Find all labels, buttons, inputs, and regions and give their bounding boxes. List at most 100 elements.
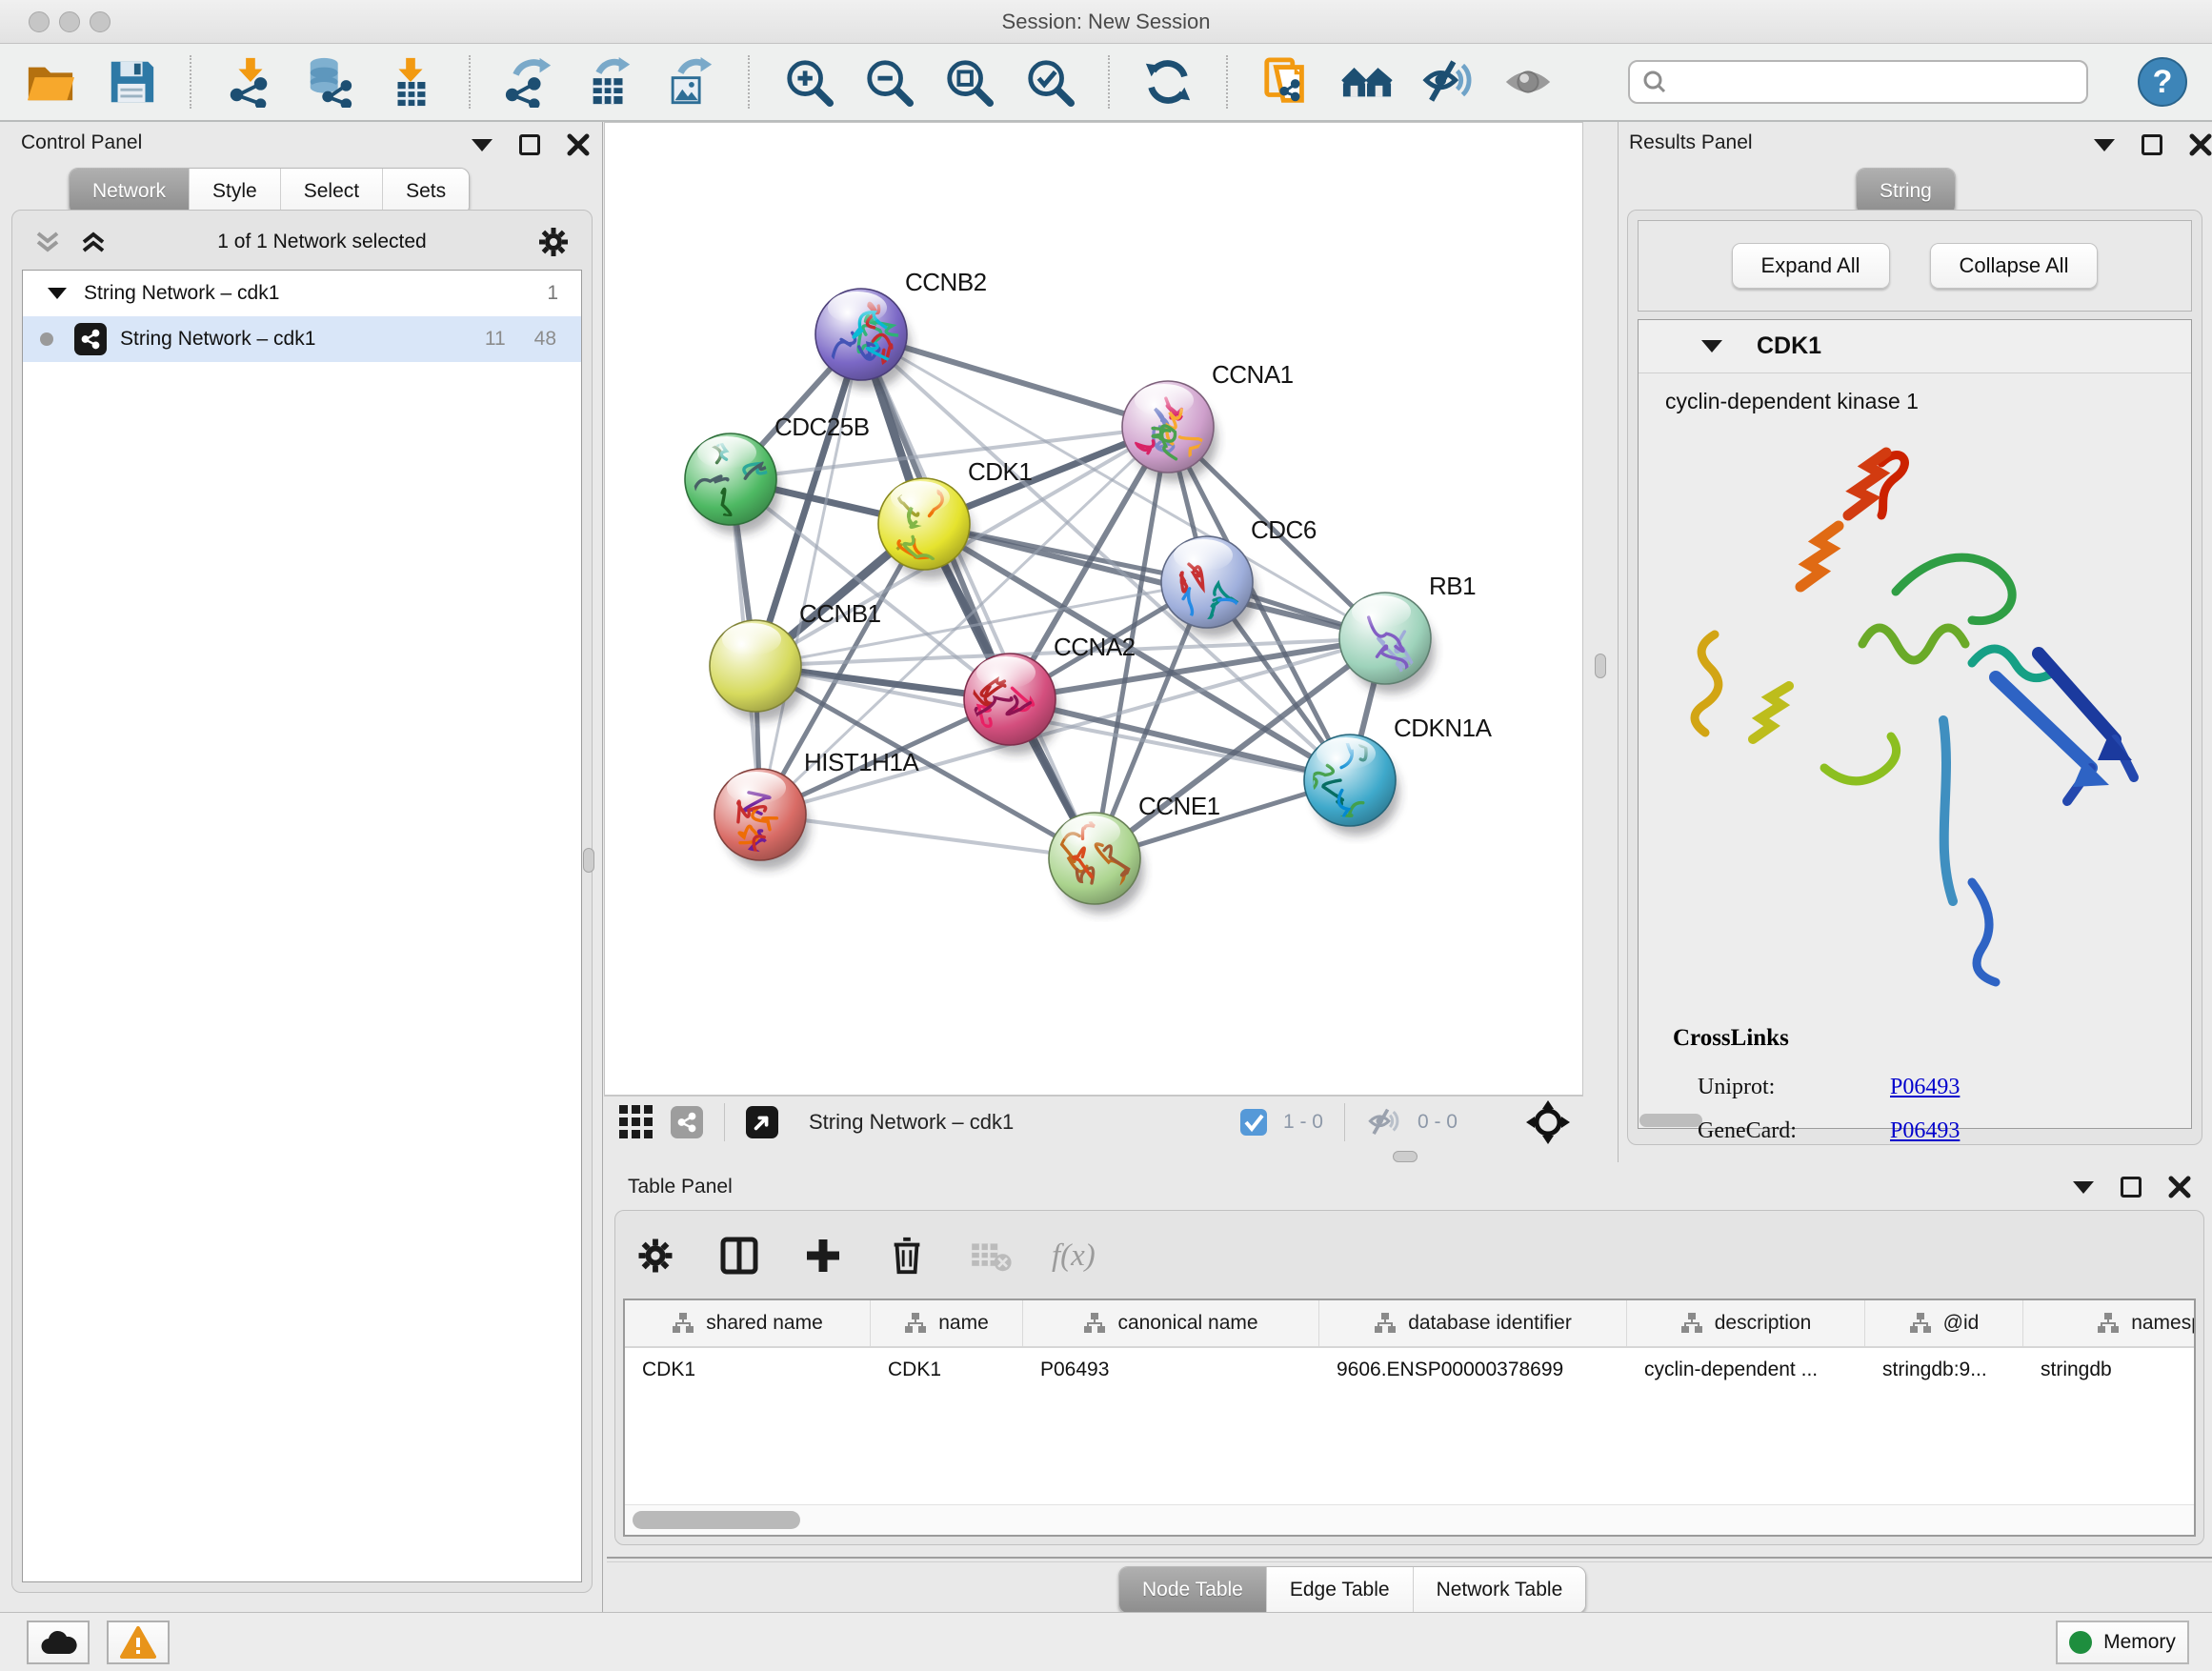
crosslink-link[interactable]: P06493: [1890, 1118, 1960, 1144]
search-field[interactable]: [1628, 60, 2088, 104]
node-table[interactable]: shared namenamecanonical namedatabase id…: [623, 1299, 2196, 1537]
crosslink-link[interactable]: P06493: [1890, 1075, 1960, 1100]
float-panel-icon[interactable]: [2121, 1177, 2142, 1198]
zoom-out-icon[interactable]: [863, 55, 915, 109]
hidden-eye-icon[interactable]: [1366, 1106, 1402, 1138]
add-column-icon[interactable]: [800, 1233, 846, 1278]
gene-section-header[interactable]: CDK1: [1639, 320, 2191, 373]
tab-select[interactable]: Select: [280, 169, 382, 214]
import-network-icon[interactable]: [224, 55, 275, 109]
network-node-HIST1H1A[interactable]: HIST1H1A: [714, 748, 919, 870]
table-cell[interactable]: cyclin-dependent ...: [1627, 1359, 1865, 1381]
network-edge[interactable]: [760, 334, 861, 815]
import-database-icon[interactable]: [304, 55, 355, 109]
column-header[interactable]: database identifier: [1319, 1300, 1627, 1346]
network-edge[interactable]: [861, 334, 1095, 858]
table-cell[interactable]: CDK1: [625, 1359, 871, 1381]
refresh-icon[interactable]: [1142, 55, 1194, 109]
results-splitter[interactable]: [1583, 122, 1619, 1162]
network-collection-row[interactable]: String Network – cdk1 1: [23, 271, 581, 316]
collapse-all-button[interactable]: Collapse All: [1930, 243, 2099, 289]
column-header[interactable]: @id: [1865, 1300, 2023, 1346]
node-label-CCNE1: CCNE1: [1138, 792, 1220, 820]
tab-string[interactable]: String: [1857, 169, 1955, 214]
show-all-icon[interactable]: [1502, 55, 1554, 109]
table-cell[interactable]: CDK1: [871, 1359, 1023, 1381]
results-scrollbar-thumb[interactable]: [1639, 1114, 1702, 1127]
tab-style[interactable]: Style: [189, 169, 280, 214]
save-session-icon[interactable]: [105, 55, 156, 109]
table-header-row: shared namenamecanonical namedatabase id…: [625, 1300, 2194, 1348]
gear-icon[interactable]: [536, 225, 571, 259]
table-cell[interactable]: 9606.ENSP00000378699: [1319, 1359, 1627, 1381]
splitter-handle[interactable]: [1595, 654, 1606, 678]
export-network-icon[interactable]: [503, 55, 554, 109]
column-header[interactable]: canonical name: [1023, 1300, 1319, 1346]
zoom-selected-icon[interactable]: [1024, 55, 1076, 109]
table-row[interactable]: CDK1CDK1P064939606.ENSP00000378699cyclin…: [625, 1348, 2194, 1392]
column-header[interactable]: shared name: [625, 1300, 871, 1346]
table-cell[interactable]: P06493: [1023, 1359, 1319, 1381]
show-columns-icon[interactable]: [716, 1233, 762, 1278]
export-table-icon[interactable]: [584, 55, 635, 109]
panel-menu-icon[interactable]: [2094, 139, 2115, 151]
import-table-icon[interactable]: [385, 55, 436, 109]
zoom-in-icon[interactable]: [782, 55, 834, 109]
grid-view-icon[interactable]: [617, 1103, 655, 1141]
birdseye-view-icon[interactable]: [746, 1106, 778, 1138]
warning-button[interactable]: [107, 1621, 170, 1664]
help-icon[interactable]: ?: [2138, 57, 2187, 107]
delete-column-icon[interactable]: [884, 1233, 930, 1278]
collection-expander-icon[interactable]: [48, 288, 67, 299]
memory-button[interactable]: Memory: [2056, 1621, 2189, 1664]
network-node-CDC6[interactable]: CDC6: [1161, 515, 1317, 637]
column-header[interactable]: name: [871, 1300, 1023, 1346]
crosshair-icon[interactable]: [1526, 1100, 1570, 1144]
panel-menu-icon[interactable]: [472, 139, 493, 151]
tab-edge-table[interactable]: Edge Table: [1266, 1567, 1413, 1613]
network-node-CCNB2[interactable]: CCNB2: [815, 268, 987, 390]
float-panel-icon[interactable]: [2142, 134, 2162, 155]
open-session-icon[interactable]: [25, 55, 76, 109]
expand-all-icon[interactable]: [79, 228, 108, 256]
control-splitter-handle[interactable]: [583, 848, 594, 873]
close-panel-icon[interactable]: [2189, 133, 2212, 156]
network-node-CCNA1[interactable]: CCNA1: [1122, 360, 1294, 482]
network-canvas[interactable]: CCNB2CCNA1CDC25BCDK1CDC6RB1CCNB1CCNA2CDK…: [604, 122, 1583, 1096]
control-panel-tabs: Network Style Select Sets: [69, 168, 470, 215]
hide-selected-icon[interactable]: [1421, 55, 1473, 109]
toolbar-separator: [748, 55, 750, 109]
zoom-fit-icon[interactable]: [943, 55, 995, 109]
home-icon[interactable]: [1341, 55, 1393, 109]
column-header[interactable]: description: [1627, 1300, 1865, 1346]
float-panel-icon[interactable]: [519, 134, 540, 155]
network-view-share-icon[interactable]: [671, 1106, 703, 1138]
first-neighbors-icon[interactable]: [1260, 55, 1312, 109]
close-panel-icon[interactable]: [567, 133, 590, 156]
tab-sets[interactable]: Sets: [382, 169, 469, 214]
network-edge[interactable]: [760, 815, 1095, 858]
table-splitter-handle[interactable]: [1393, 1151, 1418, 1162]
search-input[interactable]: [1668, 63, 2075, 101]
network-name: String Network – cdk1: [120, 328, 315, 351]
column-type-icon: [1680, 1312, 1703, 1335]
panel-menu-icon[interactable]: [2073, 1181, 2094, 1194]
cloud-button[interactable]: [27, 1621, 90, 1664]
tab-network-table[interactable]: Network Table: [1413, 1567, 1586, 1613]
table-cell[interactable]: stringdb:9...: [1865, 1359, 2023, 1381]
tab-network[interactable]: Network: [70, 169, 189, 214]
tab-node-table[interactable]: Node Table: [1119, 1567, 1266, 1613]
export-image-icon[interactable]: [664, 55, 715, 109]
column-header[interactable]: namespace: [2023, 1300, 2196, 1346]
collapse-all-icon[interactable]: [33, 228, 62, 256]
selected-checkbox-icon[interactable]: [1239, 1108, 1268, 1137]
table-settings-gear-icon[interactable]: [633, 1233, 678, 1278]
table-hscrollbar-thumb[interactable]: [633, 1511, 800, 1529]
expand-all-button[interactable]: Expand All: [1732, 243, 1890, 289]
table-hscrollbar[interactable]: [625, 1504, 2194, 1535]
gene-expander-icon[interactable]: [1701, 340, 1722, 352]
network-node-RB1[interactable]: RB1: [1339, 572, 1476, 694]
table-cell[interactable]: stringdb: [2023, 1359, 2196, 1381]
network-row[interactable]: String Network – cdk1 11 48: [23, 316, 581, 362]
close-panel-icon[interactable]: [2168, 1176, 2191, 1198]
